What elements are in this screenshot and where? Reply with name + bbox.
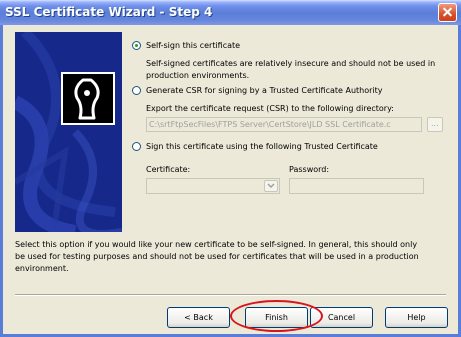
self-sign-description-line2: production environments. bbox=[146, 71, 250, 80]
csr-label[interactable]: Generate CSR for signing by a Trusted Ce… bbox=[146, 86, 383, 95]
close-button[interactable] bbox=[438, 3, 457, 22]
browse-button-label: ... bbox=[431, 119, 439, 128]
csr-radio[interactable] bbox=[132, 86, 141, 95]
button-divider bbox=[15, 294, 446, 296]
help-button[interactable]: Help bbox=[385, 307, 448, 328]
help-text-line3: environment. bbox=[15, 264, 69, 273]
self-sign-description-line1: Self-signed certificates are relatively … bbox=[146, 59, 436, 68]
certificate-wizard-icon bbox=[61, 72, 115, 125]
trusted-cert-radio[interactable] bbox=[132, 142, 141, 151]
csr-path-field[interactable]: C:\srtFtpSecFiles\FTPS Server\CertStore\… bbox=[146, 117, 422, 132]
wizard-side-panel bbox=[15, 32, 122, 232]
password-label: Password: bbox=[289, 165, 330, 174]
help-text-line1: Select this option if you would like you… bbox=[15, 240, 418, 249]
self-sign-label[interactable]: Self-sign this certificate bbox=[146, 41, 240, 50]
self-sign-radio[interactable] bbox=[132, 41, 141, 50]
chevron-down-icon bbox=[267, 183, 275, 189]
title-bar: SSL Certificate Wizard - Step 4 bbox=[0, 0, 461, 25]
side-panel-graphic bbox=[15, 32, 122, 232]
finish-highlight-ellipse bbox=[230, 300, 323, 332]
help-text-line2: be used for testing purposes and should … bbox=[15, 252, 419, 261]
csr-path-value: C:\srtFtpSecFiles\FTPS Server\CertStore\… bbox=[149, 120, 391, 129]
back-button[interactable]: < Back bbox=[167, 307, 230, 328]
certificate-dropdown-button[interactable] bbox=[264, 180, 278, 192]
window-title: SSL Certificate Wizard - Step 4 bbox=[5, 5, 213, 19]
trusted-cert-label[interactable]: Sign this certificate using the followin… bbox=[146, 142, 378, 151]
csr-export-label: Export the certificate request (CSR) to … bbox=[146, 104, 394, 113]
password-field[interactable] bbox=[289, 178, 424, 194]
browse-button[interactable]: ... bbox=[427, 117, 443, 132]
certificate-label: Certificate: bbox=[146, 165, 191, 174]
certificate-dropdown[interactable] bbox=[146, 178, 280, 194]
